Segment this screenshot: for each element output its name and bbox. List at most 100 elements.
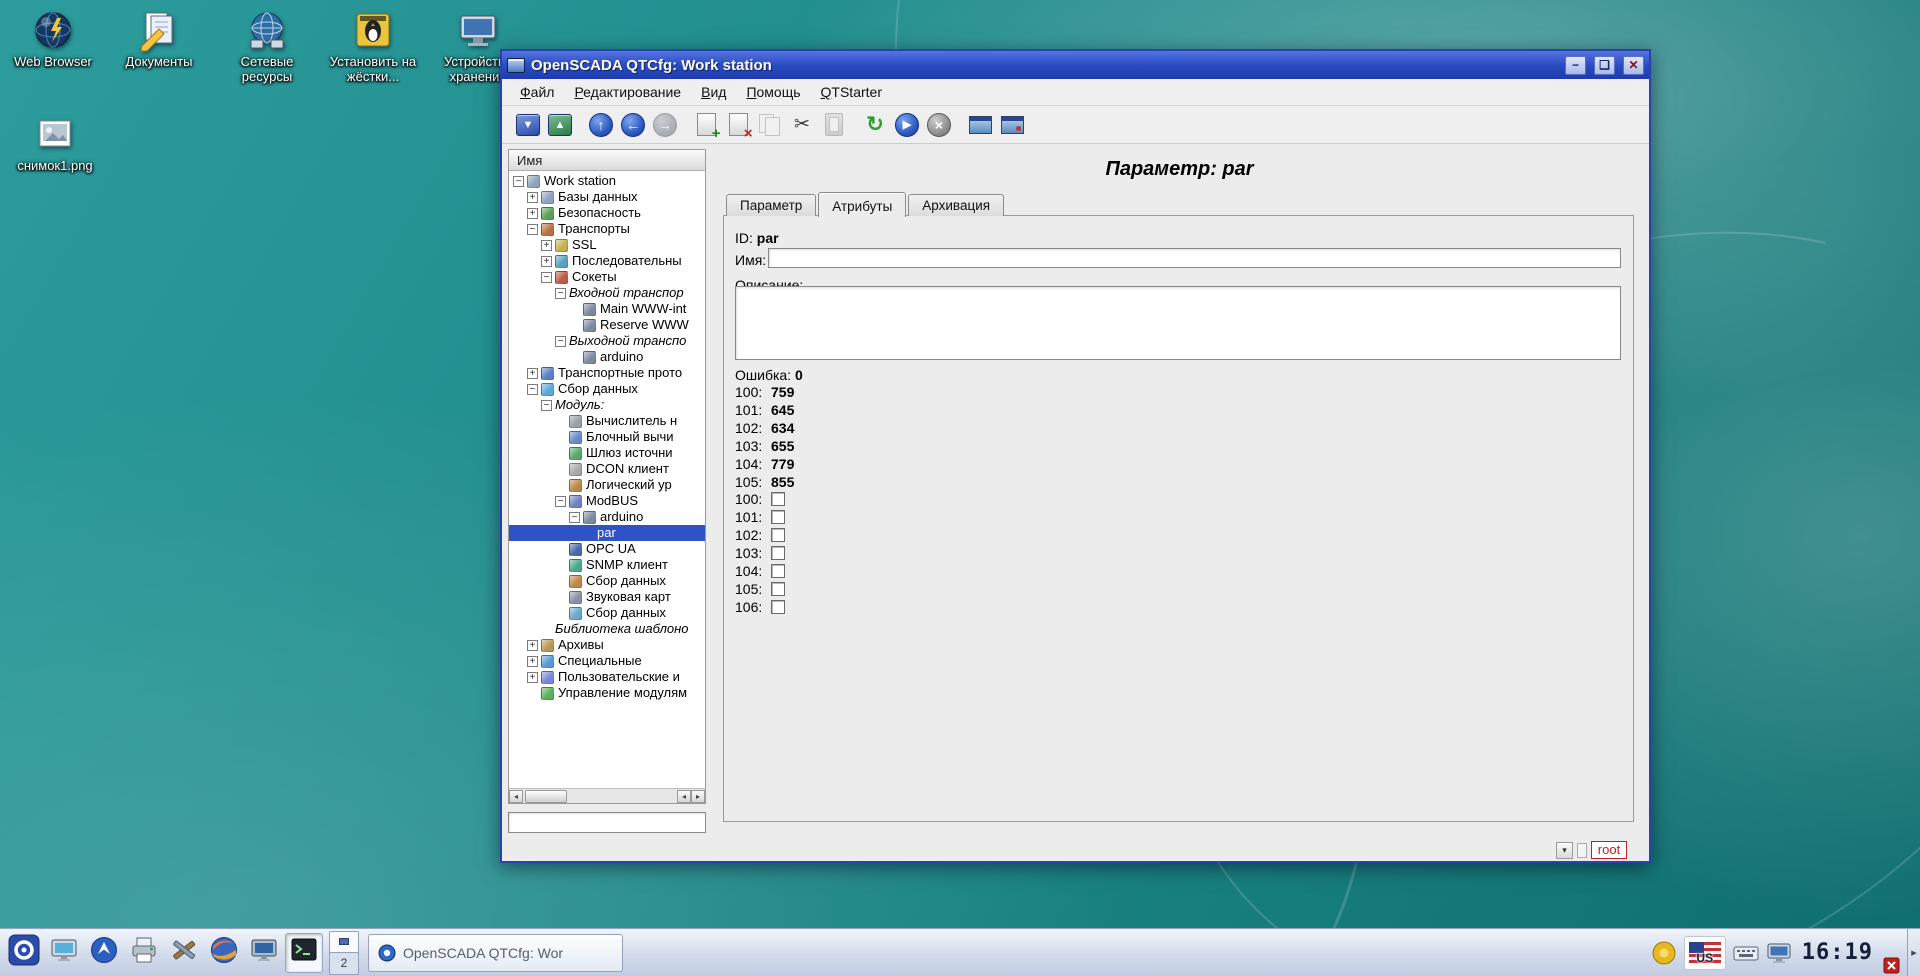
description-textarea[interactable] — [735, 286, 1621, 360]
tree-item[interactable]: SNMP клиент — [509, 557, 705, 573]
tree-expander-icon[interactable]: + — [541, 240, 552, 251]
tree-horizontal-scrollbar[interactable]: ◂ ◂ ▸ — [509, 788, 705, 803]
notifier-icon[interactable] — [1651, 940, 1677, 966]
delete-item-button[interactable]: × — [722, 109, 754, 141]
tab-3[interactable]: Архивация — [908, 194, 1004, 216]
tree-item[interactable]: −Транспорты — [509, 221, 705, 237]
tree-item[interactable]: +Архивы — [509, 637, 705, 653]
stop-update-button[interactable]: × — [923, 109, 955, 141]
tree-item[interactable]: Reserve WWW — [509, 317, 705, 333]
menu-item[interactable]: Помощь — [736, 80, 810, 104]
web-browser[interactable]: Web Browser — [5, 8, 101, 69]
load-from-db-button[interactable]: ▼ — [512, 109, 544, 141]
scroll-left-icon[interactable]: ◂ — [677, 790, 691, 803]
tree-item[interactable]: −Модуль: — [509, 397, 705, 413]
tree-item[interactable]: −Выходной транспо — [509, 333, 705, 349]
tree-expander-icon[interactable]: − — [555, 496, 566, 507]
tree-expander-icon[interactable]: − — [513, 176, 524, 187]
tray-alert-icon[interactable] — [1883, 957, 1900, 974]
keyboard-layout-flag[interactable]: US — [1684, 936, 1726, 970]
tree-expander-icon[interactable]: − — [541, 400, 552, 411]
tree-expander-icon[interactable]: − — [555, 288, 566, 299]
start-periodic-update-button[interactable]: ▶ — [891, 109, 923, 141]
tree-expander-icon[interactable]: − — [555, 336, 566, 347]
tree-item[interactable]: +Пользовательские и — [509, 669, 705, 685]
tree-column-header[interactable]: Имя — [509, 150, 705, 171]
tree-expander-icon[interactable]: + — [527, 656, 538, 667]
tree-item[interactable]: Сбор данных — [509, 573, 705, 589]
scrollbar-track[interactable] — [523, 790, 677, 803]
attribute-checkbox[interactable] — [771, 510, 785, 524]
tree-expander-icon[interactable]: + — [527, 672, 538, 683]
pager-desktop-1[interactable] — [330, 932, 358, 954]
tree-item[interactable]: +Специальные — [509, 653, 705, 669]
tree-item[interactable]: −Сокеты — [509, 269, 705, 285]
app-menu-button[interactable] — [5, 933, 43, 973]
menu-item[interactable]: Редактирование — [564, 80, 691, 104]
status-mini-box[interactable] — [1577, 843, 1587, 858]
back-button[interactable]: ← — [617, 109, 649, 141]
tree-expander-icon[interactable]: + — [527, 640, 538, 651]
snapshot-file[interactable]: снимок1.png — [7, 112, 103, 173]
internet-browser-button[interactable] — [205, 933, 243, 973]
tree-item[interactable]: OPC UA — [509, 541, 705, 557]
save-to-db-button[interactable]: ▲ — [544, 109, 576, 141]
tree-item[interactable]: arduino — [509, 349, 705, 365]
tree-item[interactable]: +Последовательны — [509, 253, 705, 269]
tree-item[interactable]: −Входной транспор — [509, 285, 705, 301]
konqueror-button[interactable] — [85, 933, 123, 973]
tree-item[interactable]: Управление модулям — [509, 685, 705, 701]
up-button[interactable]: ↑ — [585, 109, 617, 141]
tree-item[interactable]: Блочный вычи — [509, 429, 705, 445]
panel-hide-arrow[interactable]: ▸ — [1907, 929, 1920, 976]
tree-expander-icon[interactable]: + — [541, 256, 552, 267]
minimize-button[interactable]: − — [1565, 56, 1586, 75]
attribute-checkbox[interactable] — [771, 492, 785, 506]
cut-item-button[interactable]: ✂ — [786, 109, 818, 141]
tree-expander-icon[interactable]: − — [541, 272, 552, 283]
package-tool-button[interactable] — [165, 933, 203, 973]
documents[interactable]: Документы — [111, 8, 207, 69]
tree-item[interactable]: Библиотека шаблоно — [509, 621, 705, 637]
tree-item[interactable]: +Базы данных — [509, 189, 705, 205]
attribute-checkbox[interactable] — [771, 528, 785, 542]
tree-expander-icon[interactable]: − — [527, 384, 538, 395]
attribute-checkbox[interactable] — [771, 600, 785, 614]
taskbar-task-button[interactable]: OpenSCADA QTCfg: Wor — [368, 934, 623, 972]
tree-item[interactable]: −arduino — [509, 509, 705, 525]
tree-expander-icon[interactable]: + — [527, 208, 538, 219]
tree-item[interactable]: DCON клиент — [509, 461, 705, 477]
maximize-button[interactable]: ❑ — [1594, 56, 1615, 75]
tree-expander-icon[interactable]: + — [527, 192, 538, 203]
tree-expander-icon[interactable]: + — [527, 368, 538, 379]
tree-expander-icon[interactable]: − — [527, 224, 538, 235]
tree-item[interactable]: +SSL — [509, 237, 705, 253]
scroll-left-icon[interactable]: ◂ — [509, 790, 523, 803]
menu-item[interactable]: Файл — [510, 80, 564, 104]
window-titlebar[interactable]: OpenSCADA QTCfg: Work station − ❑ ✕ — [502, 51, 1649, 79]
tree-item[interactable]: −Сбор данных — [509, 381, 705, 397]
tree-item[interactable]: +Безопасность — [509, 205, 705, 221]
tree-item[interactable]: Шлюз источни — [509, 445, 705, 461]
current-user-badge[interactable]: root — [1591, 841, 1627, 859]
tree-item[interactable]: Логический ур — [509, 477, 705, 493]
tab-1[interactable]: Параметр — [726, 194, 816, 216]
tree-item[interactable]: +Транспортные прото — [509, 365, 705, 381]
tree-item[interactable]: Сбор данных — [509, 605, 705, 621]
refresh-button[interactable]: ↻ — [859, 109, 891, 141]
scrollbar-thumb[interactable] — [525, 790, 567, 803]
terminal-button[interactable] — [285, 933, 323, 973]
tree-item[interactable]: Вычислитель н — [509, 413, 705, 429]
clock[interactable]: 16:19 — [1799, 940, 1876, 965]
menu-item[interactable]: Вид — [691, 80, 736, 104]
quick-window-2-button[interactable] — [996, 109, 1028, 141]
monitor-tray-icon[interactable] — [1766, 941, 1792, 965]
tab-2[interactable]: Атрибуты — [818, 192, 906, 217]
attribute-checkbox[interactable] — [771, 546, 785, 560]
name-input[interactable] — [768, 248, 1621, 268]
tree-item[interactable]: −Work station — [509, 173, 705, 189]
add-item-button[interactable]: + — [690, 109, 722, 141]
quick-window-1-button[interactable] — [964, 109, 996, 141]
display-settings-button[interactable] — [245, 933, 283, 973]
tree-item[interactable]: par — [509, 525, 705, 541]
